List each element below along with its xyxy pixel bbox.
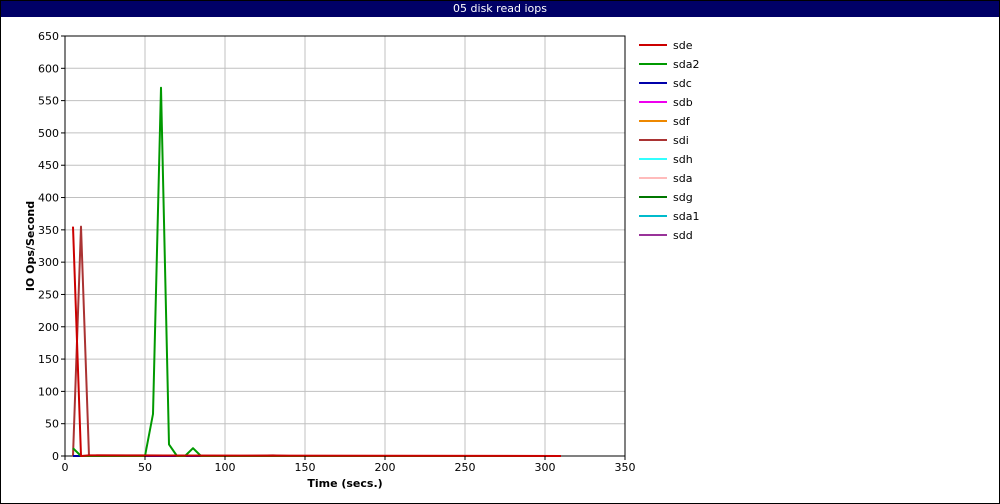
axis-ticks: 0 50 100 150 200 250 300 350 0 50 100 150 200 250 300 3… (38, 30, 636, 474)
legend: sde sda2 sdc sdb sdf sdi sdh sda sdg sda1 sdd (639, 39, 699, 242)
y-tick-label: 600 (38, 62, 59, 75)
series-layer (72, 86, 562, 457)
x-tick-label: 150 (295, 461, 316, 474)
x-tick-label: 250 (455, 461, 476, 474)
legend-label-sdc: sdc (673, 77, 692, 90)
legend-label-sdi: sdi (673, 134, 689, 147)
legend-label-sdd: sdd (673, 229, 693, 242)
y-tick-label: 200 (38, 321, 59, 334)
x-tick-label: 350 (615, 461, 636, 474)
y-tick-label: 500 (38, 127, 59, 140)
x-tick-label: 300 (535, 461, 556, 474)
chart-frame: 05 disk read iops 0 50 100 150 200 250 300 350 0… (0, 0, 1000, 504)
x-tick-label: 50 (138, 461, 152, 474)
legend-label-sda2: sda2 (673, 58, 699, 71)
x-axis-label: Time (secs.) (307, 477, 382, 490)
y-tick-label: 250 (38, 288, 59, 301)
legend-label-sda: sda (673, 172, 692, 185)
y-tick-label: 300 (38, 256, 59, 269)
legend-label-sdh: sdh (673, 153, 693, 166)
grid-lines (64, 35, 626, 457)
x-tick-label: 200 (375, 461, 396, 474)
y-tick-label: 350 (38, 224, 59, 237)
series-line-sde (72, 226, 562, 457)
series-line-sdi (72, 225, 561, 457)
legend-label-sdb: sdb (673, 96, 693, 109)
y-axis-label: IO Ops/Second (24, 201, 37, 291)
legend-label-sde: sde (673, 39, 693, 52)
y-tick-label: 450 (38, 159, 59, 172)
y-tick-label: 550 (38, 95, 59, 108)
legend-label-sda1: sda1 (673, 210, 699, 223)
legend-label-sdg: sdg (673, 191, 693, 204)
chart-canvas: 0 50 100 150 200 250 300 350 0 50 100 150 200 250 300 3… (24, 30, 699, 490)
legend-label-sdf: sdf (673, 115, 691, 128)
y-tick-label: 50 (45, 418, 59, 431)
plot-border (64, 35, 626, 457)
x-tick-label: 100 (215, 461, 236, 474)
y-tick-label: 150 (38, 353, 59, 366)
y-tick-label: 0 (52, 450, 59, 463)
y-tick-label: 650 (38, 30, 59, 43)
y-tick-label: 100 (38, 385, 59, 398)
x-tick-label: 0 (62, 461, 69, 474)
y-tick-label: 400 (38, 192, 59, 205)
series-line-sda2 (72, 86, 561, 457)
